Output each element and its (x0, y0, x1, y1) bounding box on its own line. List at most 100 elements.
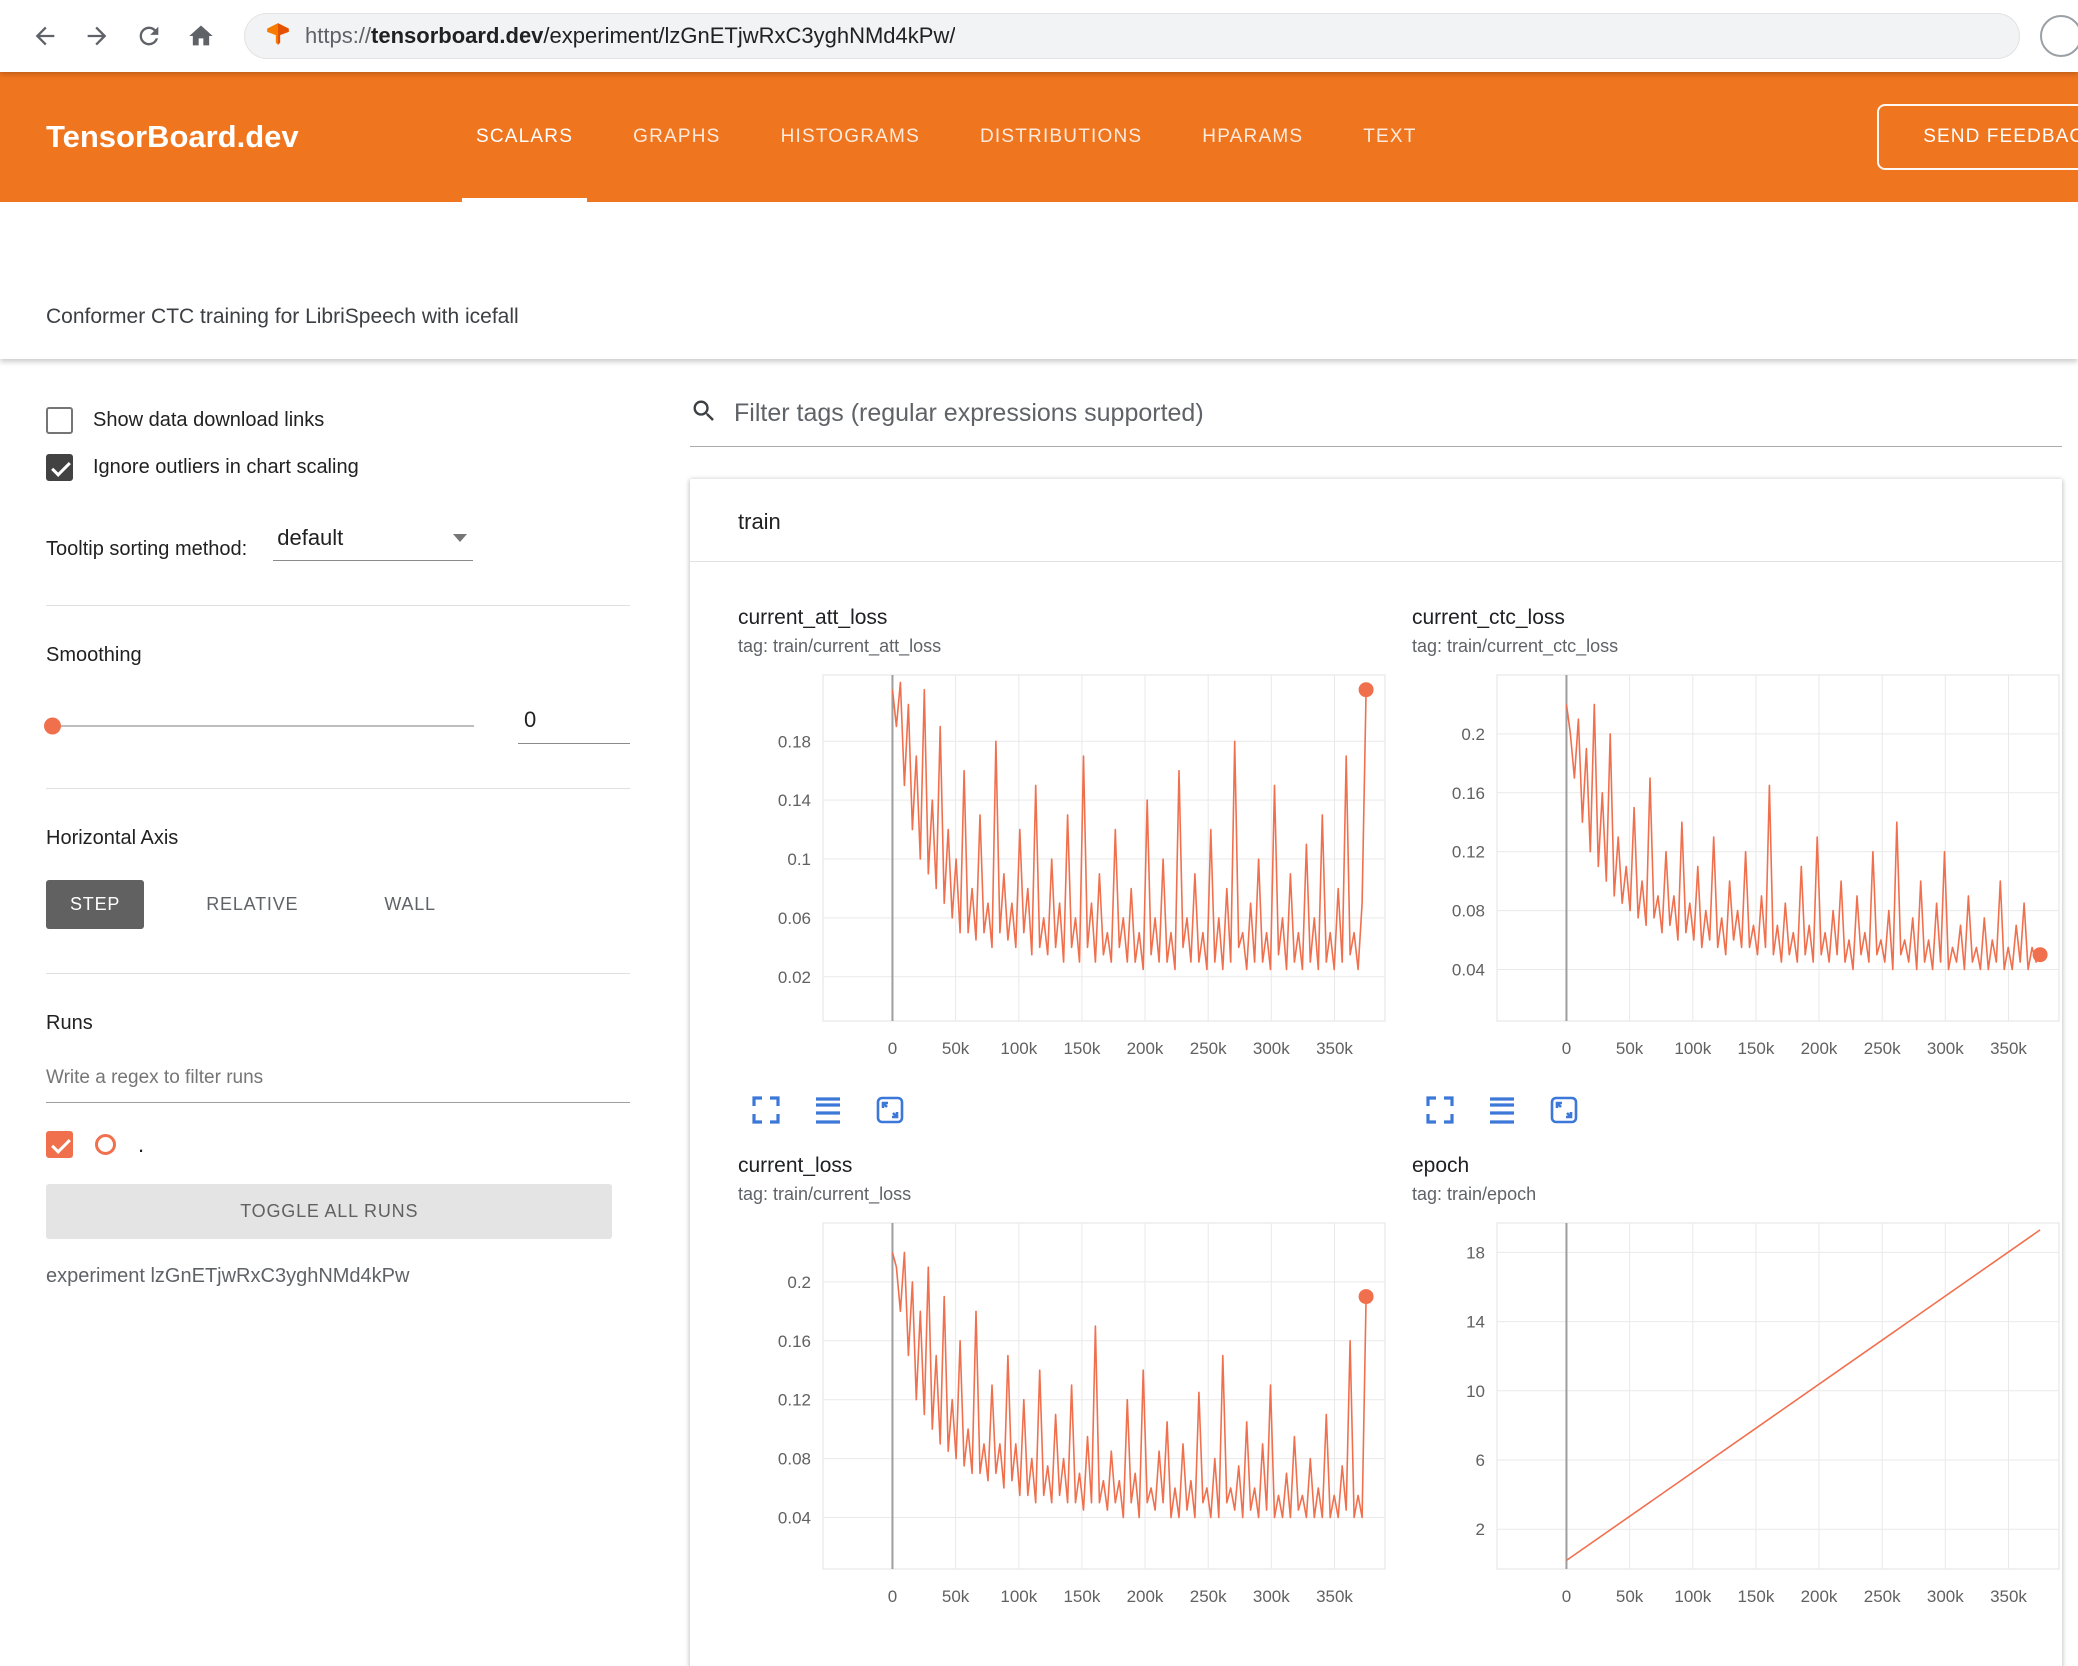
chart-tag: tag: train/current_ctc_loss (1412, 636, 1619, 656)
url-host: tensorboard.dev (371, 23, 544, 48)
chart-title: current_att_loss (738, 606, 888, 629)
svg-text:0: 0 (888, 1587, 897, 1606)
smoothing-label: Smoothing (46, 644, 142, 666)
app-header: TensorBoard.dev SCALARS GRAPHS HISTOGRAMS D… (0, 72, 2078, 202)
address-bar[interactable]: https://tensorboard.dev/experiment/lzGnE… (244, 13, 2020, 59)
svg-text:150k: 150k (1737, 1587, 1774, 1606)
tensorboard-favicon-icon (265, 21, 291, 52)
svg-text:2: 2 (1476, 1520, 1485, 1539)
fit-domain-icon[interactable] (1548, 1094, 1580, 1126)
log-scale-icon[interactable] (812, 1094, 844, 1126)
url-scheme: https:// (305, 23, 372, 48)
chart-plot[interactable]: 2 6 10 14 18 0 50k 100k 150k 200k 250k 300k 350k (1412, 1217, 2072, 1622)
chart-toolbar (1412, 1074, 2072, 1148)
tab-graphs[interactable]: GRAPHS (603, 72, 750, 202)
show-download-links-label: Show data download links (93, 409, 325, 431)
tag-group-title[interactable]: train (690, 479, 2062, 562)
chart-title: current_ctc_loss (1412, 606, 1565, 629)
show-download-links-checkbox[interactable] (46, 407, 73, 434)
run-color-swatch (95, 1134, 116, 1155)
filter-tags-row[interactable] (690, 397, 2062, 447)
svg-text:0.16: 0.16 (1452, 784, 1485, 803)
axis-button-wall[interactable]: WALL (360, 880, 460, 929)
svg-text:0.2: 0.2 (1461, 725, 1485, 744)
tooltip-sorting-select[interactable]: default (273, 523, 474, 561)
svg-text:250k: 250k (1864, 1587, 1901, 1606)
run-checkbox[interactable] (46, 1131, 73, 1158)
svg-text:0.18: 0.18 (778, 732, 811, 751)
send-feedback-button[interactable]: SEND FEEDBACK (1877, 104, 2078, 170)
toggle-all-runs-button[interactable]: TOGGLE ALL RUNS (46, 1184, 613, 1239)
svg-text:200k: 200k (1127, 1587, 1164, 1606)
reload-icon[interactable] (126, 13, 172, 59)
chart-plot[interactable]: 0.02 0.06 0.1 0.14 0.18 0 50k 100k 150k 200k 250k 3… (738, 669, 1398, 1074)
ignore-outliers-row[interactable]: Ignore outliers in chart scaling (46, 454, 630, 481)
runs-filter-input[interactable] (46, 1061, 630, 1103)
svg-text:0.2: 0.2 (787, 1273, 811, 1292)
axis-button-step[interactable]: STEP (46, 880, 145, 929)
home-icon[interactable] (178, 13, 224, 59)
back-icon[interactable] (22, 13, 68, 59)
horizontal-axis-label: Horizontal Axis (46, 827, 179, 849)
chart-plot[interactable]: 0.04 0.08 0.12 0.16 0.2 0 50k 100k 150k 200k 250k 3… (1412, 669, 2072, 1074)
svg-text:300k: 300k (1927, 1587, 1964, 1606)
forward-icon[interactable] (74, 13, 120, 59)
svg-text:0.04: 0.04 (778, 1509, 811, 1528)
ignore-outliers-label: Ignore outliers in chart scaling (93, 456, 359, 478)
svg-text:150k: 150k (1063, 1039, 1100, 1058)
url-path: /experiment/lzGnETjwRxC3yghNMd4kPw/ (543, 23, 956, 48)
tab-hparams[interactable]: HPARAMS (1172, 72, 1333, 202)
browser-chrome: https://tensorboard.dev/experiment/lzGnE… (0, 0, 2078, 72)
divider (46, 788, 630, 789)
svg-text:200k: 200k (1127, 1039, 1164, 1058)
chart-tag: tag: train/current_att_loss (738, 636, 942, 656)
ignore-outliers-checkbox[interactable] (46, 454, 73, 481)
svg-text:0: 0 (1562, 1587, 1571, 1606)
svg-text:10: 10 (1466, 1382, 1485, 1401)
smoothing-slider-thumb[interactable] (44, 717, 61, 734)
chevron-down-icon (453, 534, 468, 542)
svg-text:150k: 150k (1063, 1587, 1100, 1606)
divider (46, 605, 630, 606)
runs-label: Runs (46, 1012, 93, 1034)
avatar[interactable] (2040, 15, 2078, 57)
chart-toolbar (738, 1074, 1398, 1148)
main-content: train current_att_loss tag: train/curren… (660, 359, 2078, 1666)
svg-text:0: 0 (888, 1039, 897, 1058)
svg-text:300k: 300k (1927, 1039, 1964, 1058)
tooltip-sorting-value: default (277, 525, 344, 550)
svg-text:100k: 100k (1000, 1587, 1037, 1606)
svg-text:0.12: 0.12 (778, 1391, 811, 1410)
divider (46, 973, 630, 974)
chart-title: epoch (1412, 1154, 1470, 1177)
svg-text:300k: 300k (1253, 1587, 1290, 1606)
chart-plot[interactable]: 0.04 0.08 0.12 0.16 0.2 0 50k 100k 150k 200k 250k 3… (738, 1217, 1398, 1622)
chart-tag: tag: train/epoch (1412, 1184, 1537, 1204)
svg-text:150k: 150k (1737, 1039, 1774, 1058)
smoothing-value-input[interactable] (518, 707, 630, 744)
url-text: https://tensorboard.dev/experiment/lzGnE… (305, 23, 955, 49)
run-row[interactable]: . (46, 1131, 630, 1158)
svg-text:0.16: 0.16 (778, 1332, 811, 1351)
tensorboard-logo: TensorBoard.dev (46, 119, 299, 154)
tab-text[interactable]: TEXT (1333, 72, 1446, 202)
svg-text:18: 18 (1466, 1243, 1485, 1262)
nav-tabs: SCALARS GRAPHS HISTOGRAMS DISTRIBUTIONS HPAR… (446, 72, 1447, 202)
log-scale-icon[interactable] (1486, 1094, 1518, 1126)
expand-chart-icon[interactable] (750, 1094, 782, 1126)
filter-tags-input[interactable] (734, 399, 2062, 428)
chart-card: current_loss tag: train/current_loss 0.0… (738, 1154, 1398, 1666)
show-download-links-row[interactable]: Show data download links (46, 407, 630, 434)
svg-text:0.14: 0.14 (778, 791, 811, 810)
charts-grid: current_att_loss tag: train/current_att_… (690, 562, 2062, 1666)
tab-distributions[interactable]: DISTRIBUTIONS (950, 72, 1172, 202)
svg-text:350k: 350k (1990, 1039, 2027, 1058)
svg-text:200k: 200k (1801, 1587, 1838, 1606)
axis-button-relative[interactable]: RELATIVE (182, 880, 322, 929)
expand-chart-icon[interactable] (1424, 1094, 1456, 1126)
fit-domain-icon[interactable] (874, 1094, 906, 1126)
smoothing-slider[interactable] (44, 717, 474, 734)
svg-text:100k: 100k (1000, 1039, 1037, 1058)
tab-scalars[interactable]: SCALARS (446, 72, 603, 202)
tab-histograms[interactable]: HISTOGRAMS (751, 72, 950, 202)
